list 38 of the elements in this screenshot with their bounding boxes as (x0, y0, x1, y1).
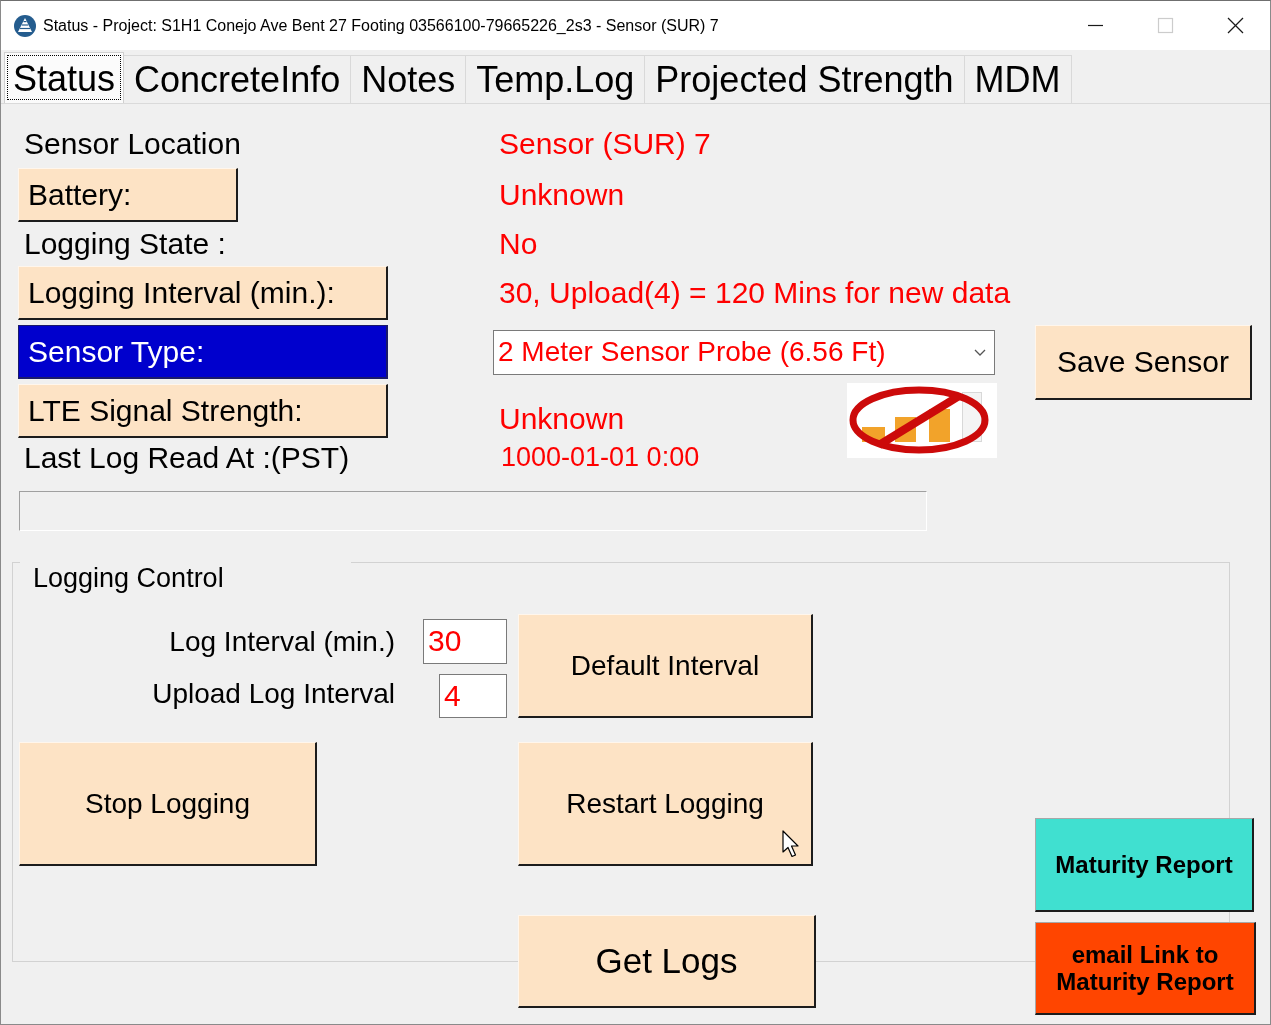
label-button[interactable]: Logging Interval (min.): (18, 266, 388, 320)
field-value: 1000-01-01 0:00 (501, 442, 700, 473)
field-value: Unknown (499, 178, 625, 212)
app-logo-icon (14, 14, 36, 37)
mouse-pointer-icon (782, 830, 800, 858)
no-signal-icon (847, 383, 997, 458)
report-button[interactable]: email Link to Maturity Report (1035, 922, 1256, 1015)
field-value: Unknown (499, 402, 625, 436)
tab[interactable]: Projected Strength (644, 55, 965, 103)
tab[interactable]: MDM (963, 55, 1072, 103)
get-logs-button[interactable]: Get Logs (518, 915, 816, 1008)
action-button[interactable]: Default Interval (518, 614, 813, 718)
sensor-type-dropdown[interactable]: 2 Meter Sensor Probe (6.56 Ft) (493, 329, 995, 375)
field-value: 30, Upload(4) = 120 Mins for new data (499, 276, 1011, 310)
chevron-down-icon (974, 348, 986, 356)
window-title: Status - Project: S1H1 Conejo Ave Bent 27 Footing 03566100-79665226_2s3 - Sensor (SUR) 7 (43, 16, 719, 35)
report-button[interactable]: Maturity Report (1035, 818, 1254, 912)
label-button[interactable]: Sensor Type: (18, 325, 388, 379)
tab[interactable]: Status (4, 52, 125, 103)
field-value: No (499, 226, 538, 261)
label-button[interactable]: LTE Signal Strength: (18, 384, 388, 438)
field-value: Sensor (SUR) 7 (499, 126, 711, 161)
minimize-icon (1087, 25, 1103, 26)
label-button[interactable]: Battery: (18, 168, 238, 222)
group-title: Logging Control (32, 563, 225, 592)
maximize-icon (1157, 18, 1173, 33)
action-button[interactable]: Restart Logging (518, 742, 813, 866)
field-label: Log Interval (min.) (169, 625, 396, 658)
action-button[interactable]: Stop Logging (19, 742, 317, 866)
input-field[interactable]: 30 (423, 619, 507, 664)
field-label: Last Log Read At :(PST) (24, 440, 350, 475)
close-icon (1227, 18, 1243, 33)
tab[interactable]: Temp.Log (465, 55, 646, 103)
save-sensor-button[interactable]: Save Sensor (1035, 325, 1252, 400)
input-field[interactable]: 4 (439, 674, 507, 718)
field-label: Sensor Location (24, 126, 241, 161)
field-label: Logging State : (24, 226, 226, 261)
field-label: Upload Log Interval (152, 677, 396, 710)
